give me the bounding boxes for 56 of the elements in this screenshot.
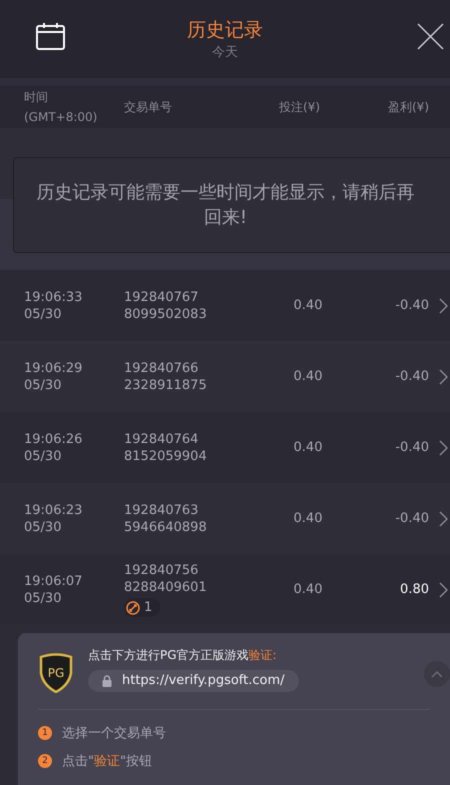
chevron-up-icon <box>431 670 443 678</box>
spin-icon <box>126 600 140 614</box>
order-cell: 8152059904 <box>124 448 207 464</box>
bet-cell-text: 0.40 <box>292 297 324 314</box>
chevron-right-icon[interactable] <box>439 298 449 314</box>
bet-cell-text: 0.40 <box>292 439 324 456</box>
step-number: 2 <box>38 754 52 768</box>
step-text: 点击"验证"按钮 <box>62 753 152 770</box>
order-cell: 8099502083 <box>124 306 207 322</box>
profit-cell-text: -0.40 <box>394 368 429 385</box>
date-cell: 05/30 <box>24 448 62 464</box>
order-cell: 192840763 <box>124 502 198 518</box>
notice-message: 历史记录可能需要一些时间才能显示，请稍后再回来! <box>36 181 416 230</box>
free-spin-badge: 1 <box>124 598 160 617</box>
date-cell: 05/30 <box>24 306 62 322</box>
verify-link[interactable]: https://verify.pgsoft.com/ <box>88 670 299 692</box>
chevron-right-icon[interactable] <box>439 510 449 526</box>
step-number: 1 <box>38 726 52 740</box>
calendar-icon[interactable] <box>36 23 65 50</box>
profit-cell-text: -0.40 <box>394 297 429 314</box>
order-cell: 5946640898 <box>124 518 207 536</box>
time-cell: 19:06:29 <box>24 360 82 376</box>
time-cell: 19:06:23 <box>24 502 82 518</box>
chevron-right-icon[interactable] <box>439 440 449 456</box>
bet-cell-text: 0.40 <box>292 368 324 385</box>
date-cell: 05/30 <box>24 376 62 394</box>
profit-cell-text: -0.40 <box>394 510 429 527</box>
date-cell: 05/30 <box>24 590 62 606</box>
order-cell: 8288409601 <box>124 579 207 596</box>
order-cell: 192840764 <box>124 430 198 448</box>
bet-cell-text: 0.40 <box>292 510 324 527</box>
chevron-right-icon[interactable] <box>439 582 449 598</box>
close-icon[interactable] <box>417 23 444 50</box>
order-cell: 2328911875 <box>124 376 207 394</box>
order-cell: 192840766 <box>124 360 198 376</box>
column-header: 时间 <box>24 89 49 106</box>
time-cell: 19:06:26 <box>24 430 82 448</box>
order-cell: 192840767 <box>124 288 198 306</box>
column-header: 交易单号 <box>124 98 173 116</box>
date-cell: 05/30 <box>24 518 62 536</box>
chevron-right-icon[interactable] <box>439 368 449 384</box>
step-text: 选择一个交易单号 <box>62 725 166 742</box>
date-filter[interactable]: 今天 <box>212 43 238 61</box>
profit-cell-text: 0.80 <box>399 581 429 598</box>
column-header: (GMT+8:00) <box>24 109 98 126</box>
order-cell: 192840756 <box>124 562 198 579</box>
column-header: 盈利(¥) <box>387 98 429 116</box>
profit-cell-text: -0.40 <box>394 439 429 456</box>
time-cell: 19:06:33 <box>24 288 82 306</box>
verify-title: 点击下方进行PG官方正版游戏验证: <box>88 647 278 664</box>
lock-icon <box>102 674 112 686</box>
column-header: 投注(¥) <box>278 98 320 116</box>
time-cell: 19:06:07 <box>24 572 82 590</box>
pg-logo: PG <box>38 653 74 693</box>
bet-cell-text: 0.40 <box>292 581 324 598</box>
page-title: 历史记录 <box>187 18 263 43</box>
